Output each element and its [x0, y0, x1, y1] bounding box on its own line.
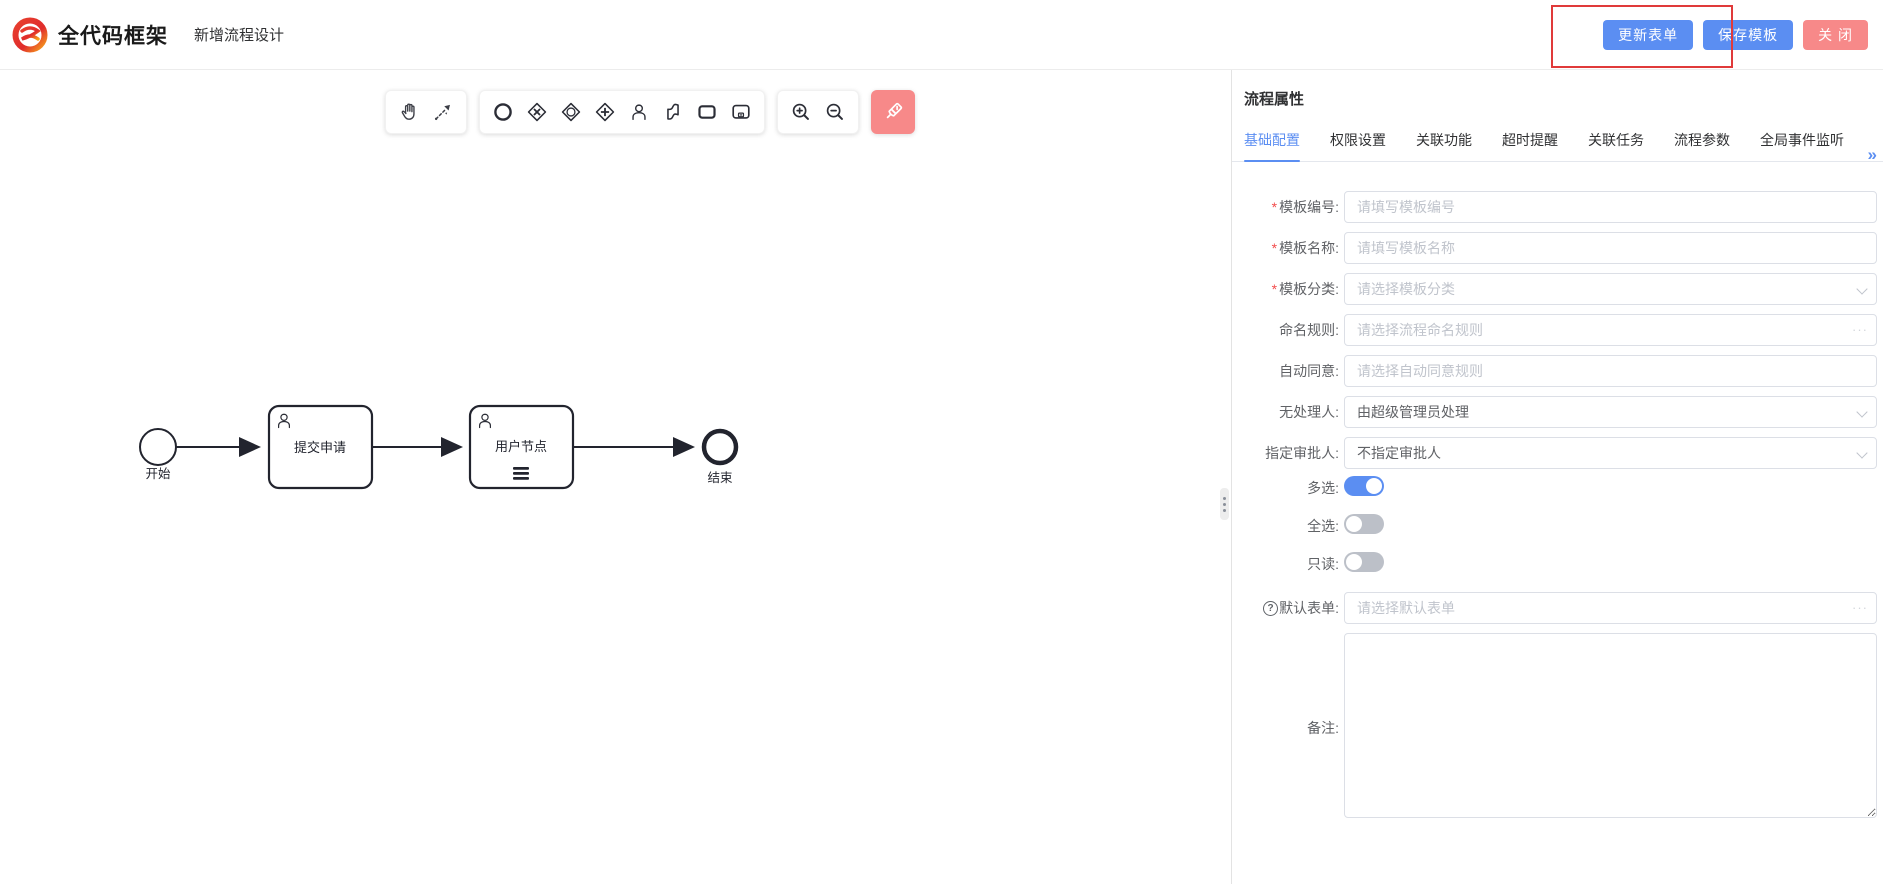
- required-mark: *: [1272, 199, 1277, 215]
- update-form-button[interactable]: 更新表单: [1603, 20, 1693, 50]
- intermediate-event-icon: [560, 101, 582, 123]
- auto-agree-label: 自动同意:: [1232, 361, 1344, 381]
- connect-arrow-icon: [432, 101, 454, 123]
- tab-process-params[interactable]: 流程参数: [1674, 130, 1730, 161]
- hand-icon: [398, 101, 420, 123]
- zoom-in-icon: [790, 101, 812, 123]
- task2-label: 用户节点: [495, 439, 547, 454]
- required-mark: *: [1272, 281, 1277, 297]
- default-form-label: ? 默认表单:: [1232, 598, 1344, 618]
- tab-timeout-reminder[interactable]: 超时提醒: [1502, 130, 1558, 161]
- start-event-node[interactable]: [140, 429, 176, 465]
- task1-label: 提交申请: [294, 440, 346, 455]
- designated-approver-label: 指定审批人:: [1232, 443, 1344, 463]
- script-task-tool[interactable]: [657, 95, 689, 129]
- user-task-tool[interactable]: [623, 95, 655, 129]
- read-only-label: 只读:: [1232, 554, 1344, 574]
- more-options-icon[interactable]: ···: [1852, 600, 1868, 615]
- collapse-panel-icon[interactable]: »: [1868, 146, 1877, 163]
- tab-permission-settings[interactable]: 权限设置: [1330, 130, 1386, 161]
- process-designer-page: 全代码框架 新增流程设计 更新表单 保存模板 关 闭: [0, 0, 1883, 884]
- parallel-gateway-icon: [594, 101, 616, 123]
- template-name-label: * 模板名称:: [1232, 238, 1344, 258]
- end-event-node[interactable]: [704, 431, 736, 463]
- multi-instance-marker: [513, 467, 529, 480]
- naming-rule-input[interactable]: [1344, 314, 1877, 346]
- tab-global-event-listener[interactable]: 全局事件监听: [1760, 130, 1844, 161]
- close-button[interactable]: 关 闭: [1803, 20, 1868, 50]
- select-all-switch[interactable]: [1344, 514, 1384, 534]
- template-number-input[interactable]: [1344, 191, 1877, 223]
- bpmn-canvas[interactable]: 开始 提交申请: [0, 70, 1231, 884]
- no-handler-select[interactable]: 由超级管理员处理: [1344, 396, 1877, 428]
- auto-agree-input[interactable]: [1344, 355, 1877, 387]
- help-question-icon[interactable]: ?: [1263, 601, 1278, 616]
- designated-approver-select[interactable]: 不指定审批人: [1344, 437, 1877, 469]
- clear-canvas-button[interactable]: [871, 90, 915, 134]
- template-category-label: * 模板分类:: [1232, 279, 1344, 299]
- page-title: 新增流程设计: [194, 24, 284, 45]
- read-only-switch[interactable]: [1344, 552, 1384, 572]
- end-event-label: 结束: [707, 471, 733, 485]
- app-header: 全代码框架 新增流程设计 更新表单 保存模板 关 闭: [0, 0, 1883, 70]
- subprocess-icon: [730, 101, 752, 123]
- intermediate-event-tool[interactable]: [555, 95, 587, 129]
- save-template-button[interactable]: 保存模板: [1703, 20, 1793, 50]
- bpmn-diagram[interactable]: 开始 提交申请: [0, 70, 1231, 884]
- tab-related-functions[interactable]: 关联功能: [1416, 130, 1472, 161]
- exclusive-gateway-icon: [526, 101, 548, 123]
- more-options-icon[interactable]: ···: [1852, 322, 1868, 337]
- connect-tool-button[interactable]: [427, 95, 459, 129]
- main-area: 开始 提交申请: [0, 70, 1883, 884]
- default-form-input[interactable]: [1344, 592, 1877, 624]
- start-event-tool[interactable]: [487, 95, 519, 129]
- zoom-out-button[interactable]: [819, 95, 851, 129]
- multi-select-switch[interactable]: [1344, 476, 1384, 496]
- required-mark: *: [1272, 240, 1277, 256]
- task-tool[interactable]: [691, 95, 723, 129]
- tool-group-navigation: [385, 90, 467, 134]
- properties-panel: 流程属性 » 基础配置 权限设置 关联功能 超时提醒 关联任务 流程参数 全局事…: [1231, 70, 1883, 884]
- tool-group-zoom: [777, 90, 859, 134]
- panel-resize-handle[interactable]: [1220, 488, 1229, 520]
- task-node-submit[interactable]: 提交申请: [269, 406, 372, 488]
- select-all-label: 全选:: [1232, 516, 1344, 536]
- script-task-icon: [662, 101, 684, 123]
- tab-related-tasks[interactable]: 关联任务: [1588, 130, 1644, 161]
- zoom-out-icon: [824, 101, 846, 123]
- naming-rule-label: 命名规则:: [1232, 320, 1344, 340]
- remark-textarea[interactable]: [1344, 633, 1877, 818]
- format-brush-icon: [881, 100, 905, 124]
- bpmn-toolbar: [385, 90, 915, 134]
- app-logo-icon: [10, 15, 50, 55]
- start-event-icon: [492, 101, 514, 123]
- task-icon: [696, 101, 718, 123]
- template-category-select[interactable]: 请选择模板分类: [1344, 273, 1877, 305]
- brand-name: 全代码框架: [58, 20, 168, 50]
- panel-tabs: 基础配置 权限设置 关联功能 超时提醒 关联任务 流程参数 全局事件监听: [1232, 130, 1883, 162]
- template-number-label: * 模板编号:: [1232, 197, 1344, 217]
- multi-select-label: 多选:: [1232, 478, 1344, 498]
- hand-tool-button[interactable]: [393, 95, 425, 129]
- panel-title: 流程属性: [1232, 70, 1883, 109]
- zoom-in-button[interactable]: [785, 95, 817, 129]
- subprocess-tool[interactable]: [725, 95, 757, 129]
- header-actions: 更新表单 保存模板 关 闭: [1603, 20, 1868, 50]
- basic-config-form: * 模板编号: * 模板名称:: [1232, 162, 1883, 823]
- start-event-label: 开始: [145, 467, 171, 481]
- user-task-icon: [628, 101, 650, 123]
- task-node-user[interactable]: 用户节点: [470, 406, 573, 488]
- parallel-gateway-tool[interactable]: [589, 95, 621, 129]
- exclusive-gateway-tool[interactable]: [521, 95, 553, 129]
- no-handler-label: 无处理人:: [1232, 402, 1344, 422]
- tab-basic-config[interactable]: 基础配置: [1244, 130, 1300, 161]
- remark-label: 备注:: [1232, 718, 1344, 738]
- tool-group-elements: [479, 90, 765, 134]
- template-name-input[interactable]: [1344, 232, 1877, 264]
